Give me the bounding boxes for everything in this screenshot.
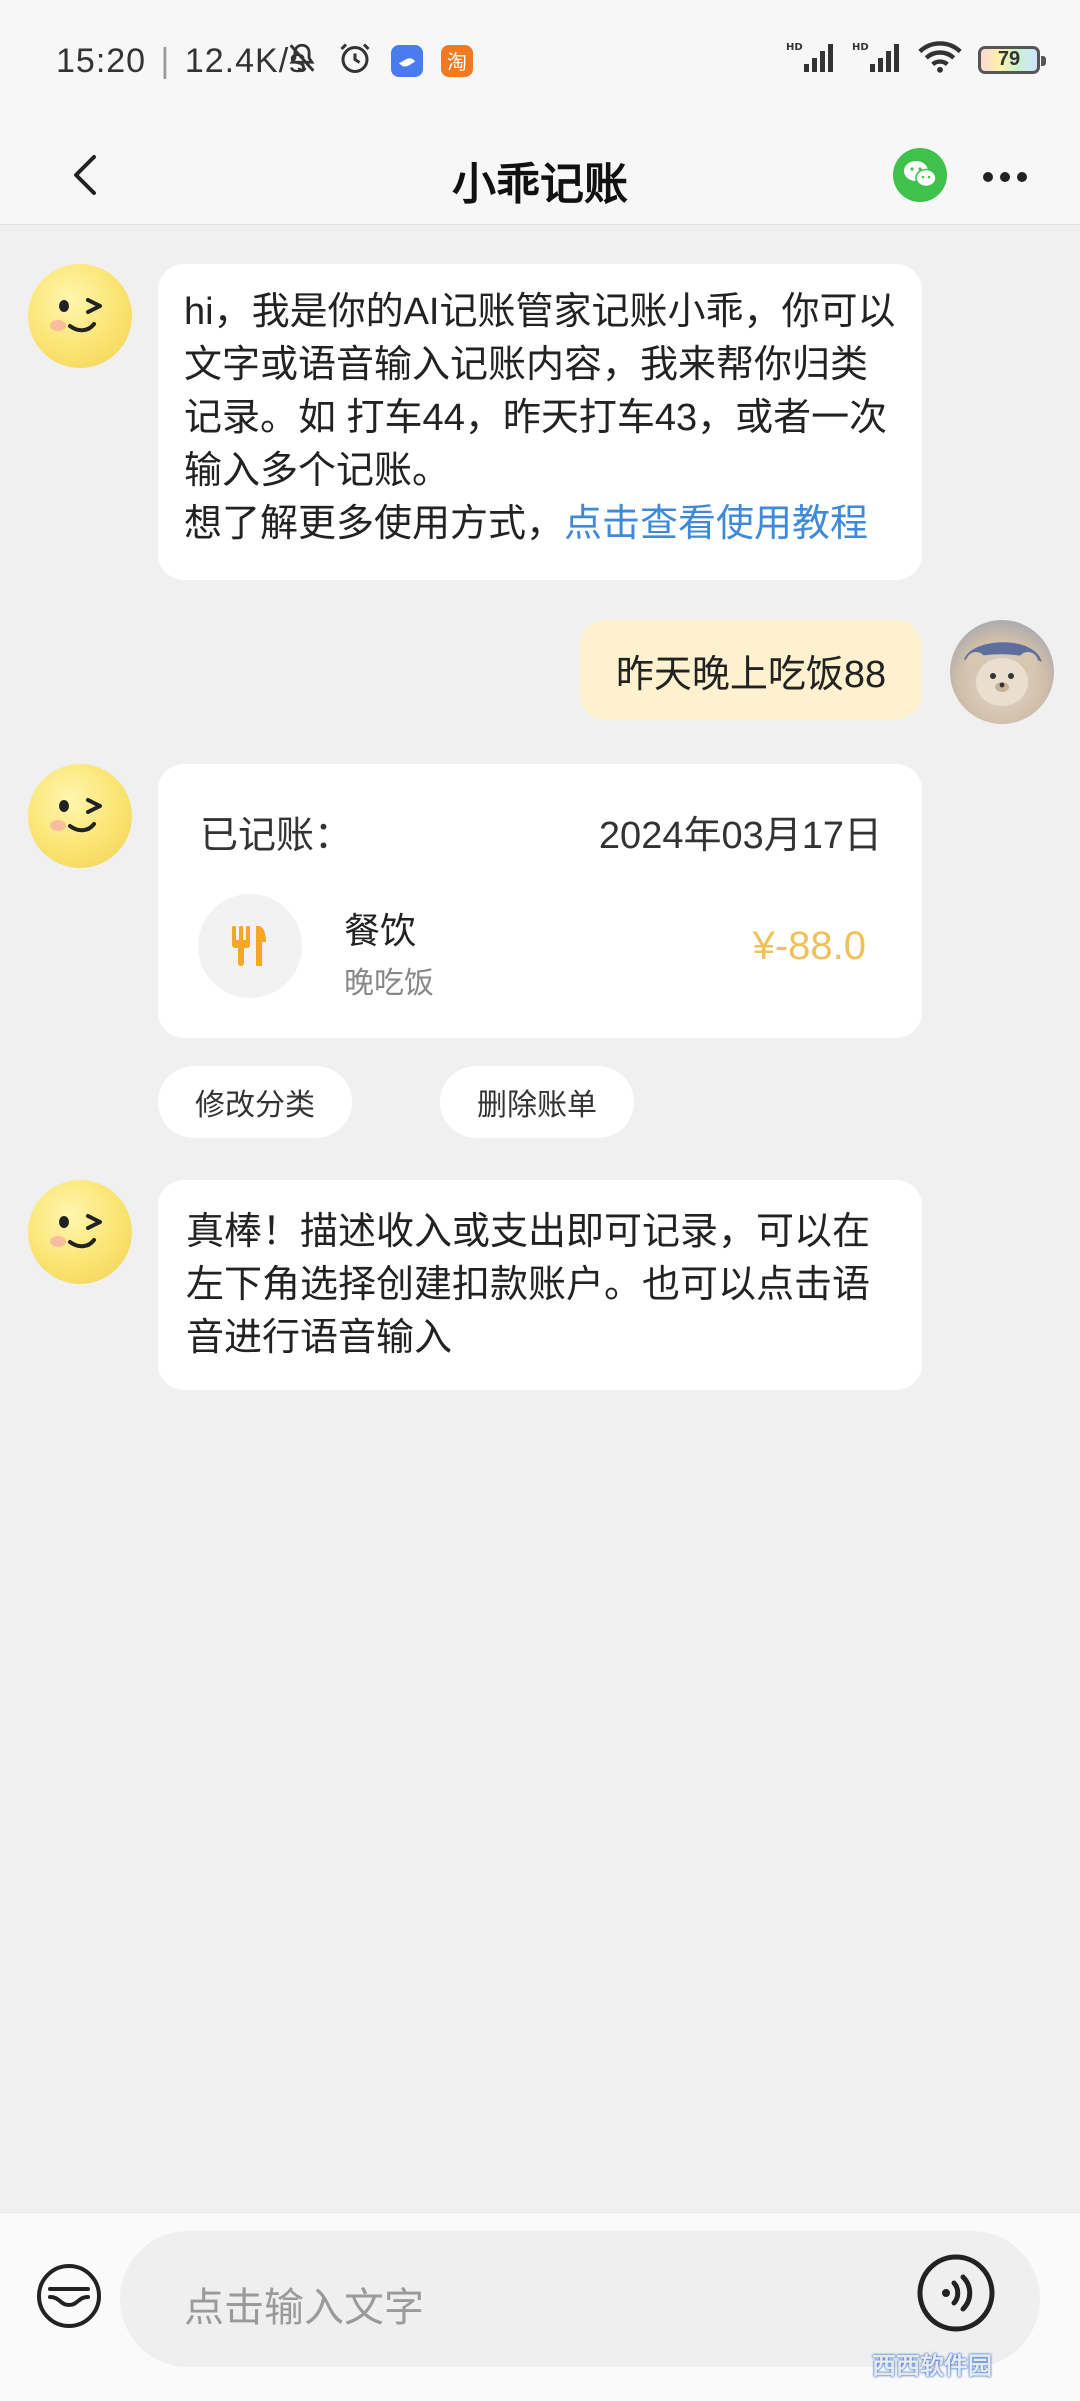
wechat-icon bbox=[904, 161, 937, 188]
signal-2-icon: HD bbox=[852, 40, 902, 79]
user-message-bubble: 昨天晚上吃饭88 bbox=[580, 620, 922, 720]
user-avatar[interactable] bbox=[950, 620, 1054, 724]
wink-face-icon bbox=[59, 798, 102, 833]
battery-icon: 79 bbox=[978, 45, 1046, 74]
wink-face-icon bbox=[59, 298, 102, 333]
watermark: 西西软件园 bbox=[872, 2353, 992, 2380]
battery-level: 79 bbox=[997, 48, 1021, 70]
bot-followup-text: 真棒！描述收入或支出即可记录，可以在左下角选择创建扣款账户。也可以点击语音进行语… bbox=[186, 1211, 871, 1359]
bot-avatar bbox=[28, 264, 132, 368]
fork-knife-icon bbox=[232, 926, 266, 966]
delete-bill-button[interactable]: 删除账单 bbox=[440, 1066, 634, 1138]
voice-icon bbox=[917, 2254, 995, 2332]
record-header: 已记账： bbox=[200, 815, 353, 857]
more-dots-icon bbox=[983, 172, 1027, 182]
wechat-button[interactable] bbox=[893, 148, 947, 202]
bot-intro-prompt: 想了解更多使用方式， bbox=[184, 503, 565, 545]
wallet-icon bbox=[37, 2264, 101, 2328]
text-input-placeholder: 点击输入文字 bbox=[184, 2286, 424, 2330]
svg-text:HD: HD bbox=[852, 42, 869, 53]
taobao-app-icon: 淘 bbox=[441, 44, 473, 77]
account-select-button[interactable] bbox=[36, 2263, 102, 2329]
teddy-bear-avatar-icon bbox=[964, 642, 1042, 706]
category-name: 餐饮 bbox=[344, 910, 417, 951]
alarm-icon bbox=[337, 40, 373, 81]
signal-1-icon: HD bbox=[786, 40, 836, 79]
edit-category-button[interactable]: 修改分类 bbox=[158, 1066, 352, 1138]
tutorial-link[interactable]: 点击查看使用教程 bbox=[564, 503, 868, 545]
wink-face-icon bbox=[59, 1214, 102, 1249]
svg-text:HD: HD bbox=[786, 42, 803, 53]
mute-bell-icon bbox=[285, 41, 319, 80]
voice-input-button[interactable] bbox=[916, 2253, 996, 2333]
bot-followup-bubble: 真棒！描述收入或支出即可记录，可以在左下角选择创建扣款账户。也可以点击语音进行语… bbox=[158, 1180, 922, 1390]
record-note: 晚吃饭 bbox=[344, 967, 434, 1000]
status-time-speed: 15:20 | 12.4K/s bbox=[56, 42, 308, 80]
record-amount: ¥-88.0 bbox=[752, 924, 866, 968]
status-time: 15:20 bbox=[56, 42, 147, 80]
record-card[interactable]: 已记账： 2024年03月17日 餐饮 晚吃饭 ¥-88.0 bbox=[158, 764, 922, 1038]
category-icon-wrap bbox=[198, 894, 302, 998]
wifi-icon bbox=[918, 40, 962, 79]
lark-app-icon bbox=[391, 44, 423, 77]
user-message-text: 昨天晚上吃饭88 bbox=[615, 653, 887, 696]
more-options-button[interactable] bbox=[978, 150, 1032, 204]
bot-intro-text: hi，我是你的AI记账管家记账小乖，你可以文字或语音输入记账内容，我来帮你归类记… bbox=[184, 291, 896, 492]
record-date: 2024年03月17日 bbox=[598, 815, 882, 857]
bot-intro-bubble: hi，我是你的AI记账管家记账小乖，你可以文字或语音输入记账内容，我来帮你归类记… bbox=[158, 264, 922, 580]
status-bar: 15:20 | 12.4K/s 淘 HD HD 79 bbox=[0, 0, 1080, 126]
bot-avatar bbox=[28, 1180, 132, 1284]
nav-header: 小乖记账 bbox=[0, 126, 1080, 225]
bot-avatar bbox=[28, 764, 132, 868]
